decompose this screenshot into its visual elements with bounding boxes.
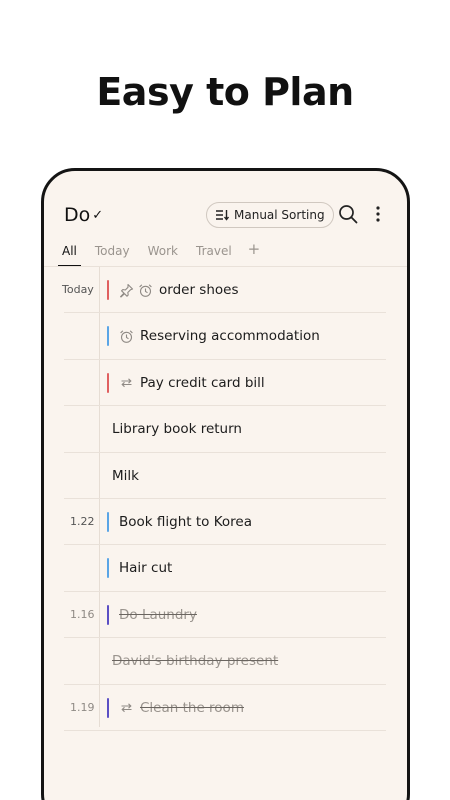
tab-work[interactable]: Work	[148, 242, 178, 264]
pin-icon	[120, 283, 134, 298]
task-row[interactable]: 1.22 Book flight to Korea	[44, 499, 407, 546]
task-content: Library book return	[109, 420, 242, 438]
task-title: order shoes	[159, 282, 239, 298]
task-content: David's birthday present	[109, 652, 278, 670]
task-title: Library book return	[112, 421, 242, 438]
manual-sorting-label: Manual Sorting	[234, 208, 325, 222]
task-date: 1.22	[70, 514, 95, 528]
headline: Easy to Plan	[96, 70, 354, 114]
app-bar: Do ✓ Manual Sorting	[44, 171, 407, 241]
task-content: Clean the room	[109, 699, 244, 717]
task-date: 1.16	[70, 607, 95, 621]
task-date: 1.19	[70, 700, 95, 714]
task-title: Pay credit card bill	[140, 374, 265, 391]
task-row[interactable]: David's birthday present	[44, 638, 407, 685]
task-row[interactable]: 1.19 Clean the room	[44, 685, 407, 731]
task-content: Reserving accommodation	[109, 327, 320, 345]
repeat-icon	[121, 378, 132, 388]
task-row[interactable]: Today order shoes	[44, 267, 407, 314]
add-tab-button[interactable]: +	[248, 242, 261, 257]
task-title: Milk	[112, 467, 139, 484]
alarm-icon	[139, 283, 152, 297]
task-content: Hair cut	[109, 559, 172, 577]
task-content: Do Laundry	[109, 606, 197, 624]
phone-frame: Do ✓ Manual Sorting All Today Work Trave…	[41, 168, 410, 800]
tab-today[interactable]: Today	[95, 242, 130, 264]
check-icon: ✓	[92, 208, 104, 223]
app-logo: Do ✓	[64, 204, 103, 226]
task-title: Reserving accommodation	[140, 328, 320, 345]
tab-travel[interactable]: Travel	[196, 242, 232, 264]
task-content: Milk	[109, 467, 139, 485]
task-row[interactable]: Pay credit card bill	[44, 360, 407, 407]
search-icon[interactable]	[338, 204, 358, 224]
manual-sorting-button[interactable]: Manual Sorting	[206, 202, 334, 228]
task-content: Pay credit card bill	[109, 374, 265, 392]
sort-icon	[216, 210, 229, 221]
task-row[interactable]: Library book return	[44, 406, 407, 453]
logo-text: Do	[64, 204, 91, 226]
task-title: Do Laundry	[119, 606, 197, 623]
task-row[interactable]: Reserving accommodation	[44, 313, 407, 360]
task-title: Clean the room	[140, 699, 244, 716]
repeat-icon	[121, 703, 132, 713]
alarm-icon	[120, 330, 133, 343]
task-row[interactable]: Hair cut	[44, 545, 407, 592]
task-content: order shoes	[109, 281, 238, 299]
task-list: Today order shoes Reserving accommodation P…	[44, 267, 407, 731]
task-title: David's birthday present	[112, 653, 279, 670]
task-content: Book flight to Korea	[109, 513, 252, 531]
tab-all[interactable]: All	[58, 242, 81, 267]
task-title: Hair cut	[119, 560, 173, 577]
task-row[interactable]: 1.16 Do Laundry	[44, 592, 407, 639]
more-vertical-icon[interactable]	[374, 204, 382, 224]
task-title: Book flight to Korea	[119, 513, 252, 530]
task-row[interactable]: Milk	[44, 453, 407, 499]
row-separator	[64, 729, 386, 731]
task-date: Today	[62, 283, 94, 296]
category-tabs: All Today Work Travel +	[58, 242, 261, 267]
